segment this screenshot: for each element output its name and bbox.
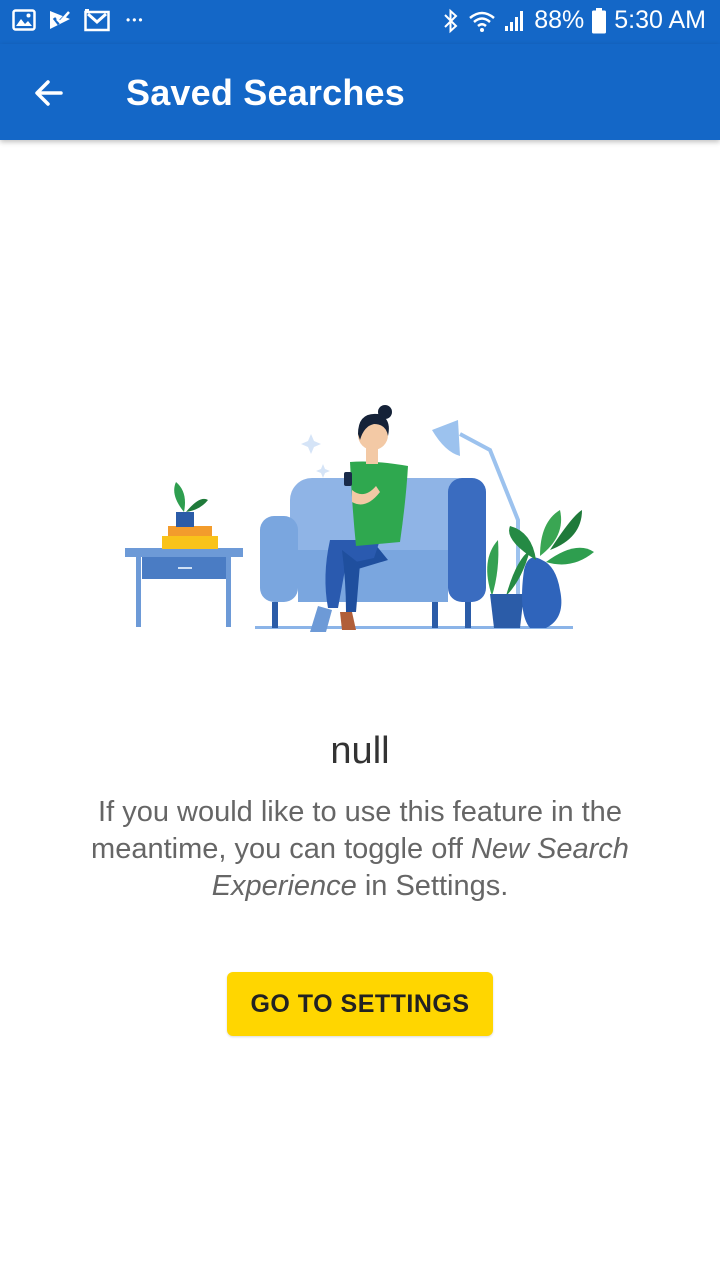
- battery-icon: [592, 7, 607, 33]
- page-title: Saved Searches: [126, 72, 405, 113]
- system-icons: 88% 5:30 AM: [442, 6, 706, 35]
- gallery-icon: [12, 9, 36, 31]
- wifi-icon: [469, 11, 496, 32]
- email-check-icon: [50, 9, 72, 29]
- signal-icon: [505, 10, 524, 31]
- battery-percentage: 88%: [534, 6, 585, 34]
- empty-state-message: If you would like to use this feature in…: [60, 794, 660, 905]
- bluetooth-icon: [444, 8, 458, 33]
- message-text-end: in Settings.: [356, 870, 509, 902]
- empty-state-illustration: [125, 405, 594, 632]
- arrow-back-icon: [35, 80, 63, 106]
- go-to-settings-button[interactable]: GO TO SETTINGS: [227, 972, 493, 1036]
- empty-state-title: null: [330, 730, 390, 772]
- app-bar: Saved Searches: [0, 44, 720, 140]
- more-notifications-icon: •••: [126, 13, 145, 27]
- notification-icons: •••: [12, 8, 145, 32]
- status-bar: ••• 88% 5:30 AM: [0, 0, 720, 44]
- gmail-icon: [84, 9, 110, 32]
- back-button[interactable]: [22, 66, 76, 120]
- clock: 5:30 AM: [614, 6, 706, 34]
